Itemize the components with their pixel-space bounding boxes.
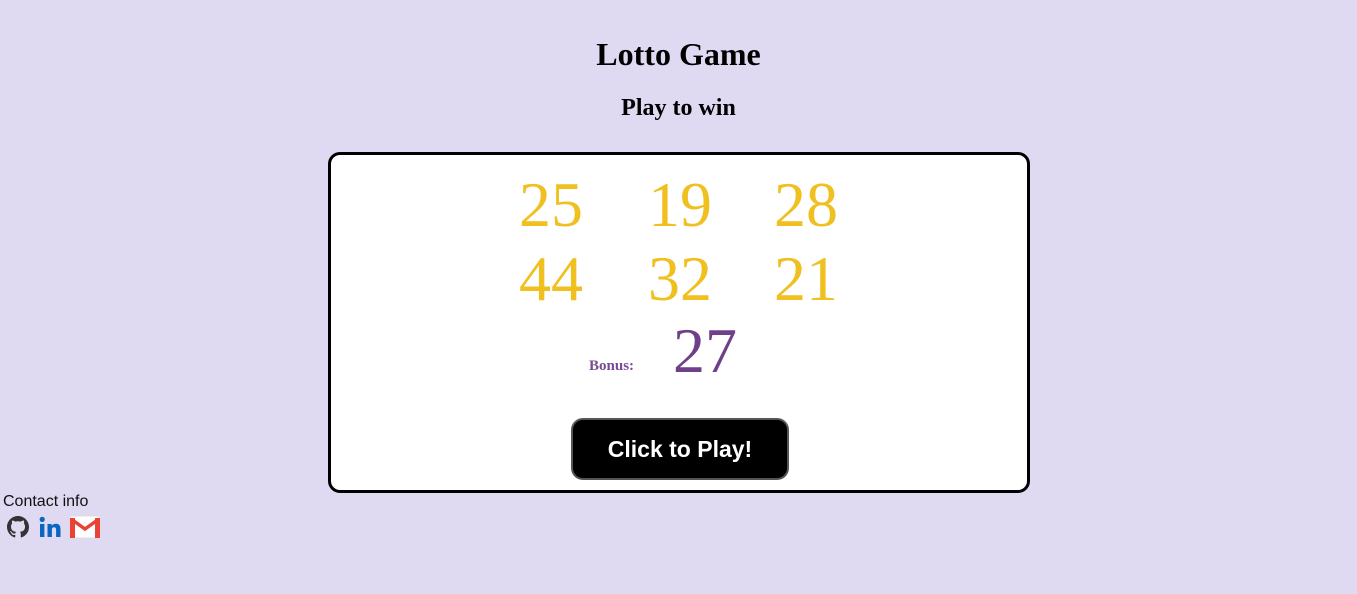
play-button[interactable]: Click to Play! xyxy=(571,418,789,480)
github-icon[interactable] xyxy=(7,516,29,538)
lotto-number-2: 19 xyxy=(648,169,712,240)
contact-icons xyxy=(3,515,101,539)
lotto-number-4: 44 xyxy=(519,243,583,314)
linkedin-icon[interactable] xyxy=(39,516,63,538)
bonus-label: Bonus: xyxy=(589,358,635,374)
lotto-card: 25 19 28 44 32 21 Bonus: 27 Click to Pla… xyxy=(328,152,1030,493)
contact-section: Contact info xyxy=(3,492,101,539)
lotto-number-5: 32 xyxy=(648,243,712,314)
page-title: Lotto Game xyxy=(596,36,761,72)
gmail-icon[interactable] xyxy=(69,515,101,539)
lotto-number-3: 28 xyxy=(774,169,838,240)
contact-label: Contact info xyxy=(3,493,89,510)
page-subtitle: Play to win xyxy=(621,95,736,121)
lotto-number-6: 21 xyxy=(774,243,838,314)
bonus-number: 27 xyxy=(673,315,737,386)
lotto-number-1: 25 xyxy=(519,169,583,240)
